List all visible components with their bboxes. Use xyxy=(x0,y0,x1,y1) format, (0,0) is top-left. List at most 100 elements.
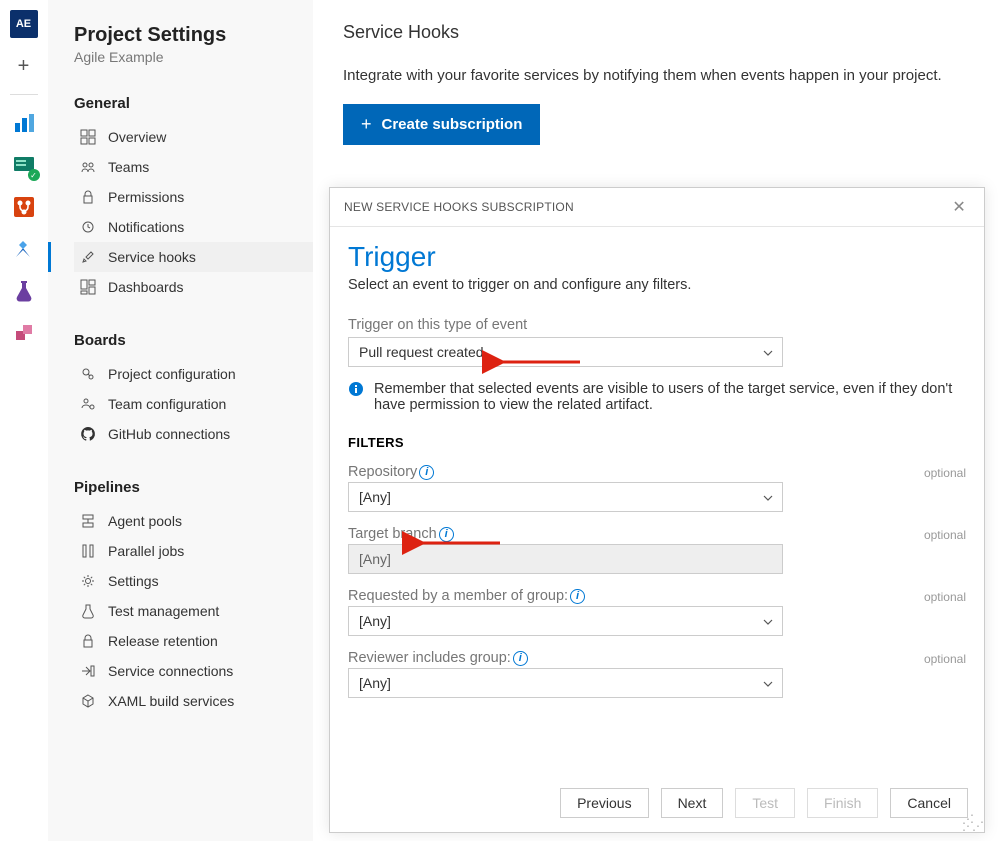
nav-project-configuration[interactable]: Project configuration xyxy=(74,359,313,389)
optional-label: optional xyxy=(924,528,966,542)
rail-test-plans-icon[interactable] xyxy=(10,277,38,305)
event-type-select[interactable]: Pull request created xyxy=(348,337,783,367)
next-button[interactable]: Next xyxy=(661,788,724,818)
nav-release-retention[interactable]: Release retention xyxy=(74,626,313,656)
agent-pools-icon xyxy=(80,513,96,529)
nav-label: Notifications xyxy=(108,219,184,235)
rail-artifacts-icon[interactable] xyxy=(10,319,38,347)
add-project-button[interactable]: + xyxy=(10,52,38,80)
github-icon xyxy=(80,426,96,442)
hint-icon[interactable]: i xyxy=(419,465,434,480)
filter-reviewer-select[interactable]: [Any] xyxy=(348,668,783,698)
parallel-jobs-icon xyxy=(80,543,96,559)
dashboards-icon xyxy=(80,279,96,295)
page-title: Service Hooks xyxy=(343,22,969,43)
service-hooks-icon xyxy=(80,249,96,265)
rail-boards-icon[interactable]: ✓ xyxy=(10,151,38,179)
nav-agent-pools[interactable]: Agent pools xyxy=(74,506,313,536)
project-avatar[interactable]: AE xyxy=(10,10,38,38)
page-description: Integrate with your favorite services by… xyxy=(343,67,969,84)
chevron-down-icon xyxy=(762,492,774,504)
sidebar-subtitle: Agile Example xyxy=(74,49,313,65)
chevron-down-icon xyxy=(762,347,774,359)
hint-icon[interactable]: i xyxy=(570,589,585,604)
event-type-label: Trigger on this type of event xyxy=(348,317,966,333)
settings-sidebar: Project Settings Agile Example General O… xyxy=(48,0,313,841)
dialog-info-text: Remember that selected events are visibl… xyxy=(374,381,966,413)
rail-pipelines-icon[interactable] xyxy=(10,235,38,263)
notifications-icon xyxy=(80,219,96,235)
plus-icon: + xyxy=(361,114,372,135)
permissions-icon xyxy=(80,189,96,205)
filter-target-branch-select: [Any] xyxy=(348,544,783,574)
test-button: Test xyxy=(735,788,795,818)
nav-teams[interactable]: Teams xyxy=(74,152,313,182)
sidebar-title: Project Settings xyxy=(74,24,313,47)
nav-label: Overview xyxy=(108,129,166,145)
rail-overview-icon[interactable] xyxy=(10,109,38,137)
chevron-down-icon xyxy=(762,616,774,628)
previous-button[interactable]: Previous xyxy=(560,788,648,818)
nav-team-configuration[interactable]: Team configuration xyxy=(74,389,313,419)
hint-icon[interactable]: i xyxy=(513,651,528,666)
nav-label: GitHub connections xyxy=(108,426,230,442)
filter-repository-select[interactable]: [Any] xyxy=(348,482,783,512)
nav-rail: AE + ✓ xyxy=(0,0,48,841)
rail-repos-icon[interactable] xyxy=(10,193,38,221)
dialog-title: Trigger xyxy=(348,241,966,273)
optional-label: optional xyxy=(924,466,966,480)
test-mgmt-icon xyxy=(80,603,96,619)
nav-label: Service connections xyxy=(108,663,233,679)
section-title-pipelines: Pipelines xyxy=(74,479,313,496)
nav-dashboards[interactable]: Dashboards xyxy=(74,272,313,302)
cancel-button[interactable]: Cancel xyxy=(890,788,968,818)
nav-service-hooks[interactable]: Service hooks xyxy=(74,242,313,272)
hint-icon[interactable]: i xyxy=(439,527,454,542)
create-subscription-button[interactable]: + Create subscription xyxy=(343,104,540,145)
info-icon xyxy=(348,381,364,397)
release-retention-icon xyxy=(80,633,96,649)
filters-heading: FILTERS xyxy=(348,435,966,450)
nav-parallel-jobs[interactable]: Parallel jobs xyxy=(74,536,313,566)
service-hook-dialog: NEW SERVICE HOOKS SUBSCRIPTION ✕ Trigger… xyxy=(329,187,985,833)
resize-grip-icon[interactable]: ⋰⋰⋰ xyxy=(962,816,982,830)
service-conn-icon xyxy=(80,663,96,679)
nav-notifications[interactable]: Notifications xyxy=(74,212,313,242)
nav-settings[interactable]: Settings xyxy=(74,566,313,596)
section-title-general: General xyxy=(74,95,313,112)
dialog-footer: Previous Next Test Finish Cancel xyxy=(560,788,968,818)
nav-label: Parallel jobs xyxy=(108,543,184,559)
filter-requested-by-select[interactable]: [Any] xyxy=(348,606,783,636)
nav-label: Agent pools xyxy=(108,513,182,529)
nav-github-connections[interactable]: GitHub connections xyxy=(74,419,313,449)
nav-label: Test management xyxy=(108,603,219,619)
nav-label: Dashboards xyxy=(108,279,184,295)
filter-target-branch-label: Target branch xyxy=(348,526,437,542)
nav-label: XAML build services xyxy=(108,693,234,709)
nav-permissions[interactable]: Permissions xyxy=(74,182,313,212)
overview-icon xyxy=(80,129,96,145)
optional-label: optional xyxy=(924,652,966,666)
nav-label: Service hooks xyxy=(108,249,196,265)
nav-label: Settings xyxy=(108,573,159,589)
filter-repository-value: [Any] xyxy=(359,489,391,505)
project-config-icon xyxy=(80,366,96,382)
filter-requested-by-label: Requested by a member of group: xyxy=(348,588,568,604)
xaml-icon xyxy=(80,693,96,709)
settings-icon xyxy=(80,573,96,589)
nav-label: Project configuration xyxy=(108,366,236,382)
dialog-close-button[interactable]: ✕ xyxy=(948,197,970,217)
filter-target-branch-value: [Any] xyxy=(359,551,391,567)
filter-reviewer-label: Reviewer includes group: xyxy=(348,650,511,666)
optional-label: optional xyxy=(924,590,966,604)
nav-xaml-build-services[interactable]: XAML build services xyxy=(74,686,313,716)
nav-label: Release retention xyxy=(108,633,218,649)
nav-label: Team configuration xyxy=(108,396,226,412)
filter-reviewer-value: [Any] xyxy=(359,675,391,691)
nav-test-management[interactable]: Test management xyxy=(74,596,313,626)
nav-service-connections[interactable]: Service connections xyxy=(74,656,313,686)
nav-overview[interactable]: Overview xyxy=(74,122,313,152)
dialog-subtitle: Select an event to trigger on and config… xyxy=(348,277,966,293)
nav-label: Teams xyxy=(108,159,149,175)
section-title-boards: Boards xyxy=(74,332,313,349)
